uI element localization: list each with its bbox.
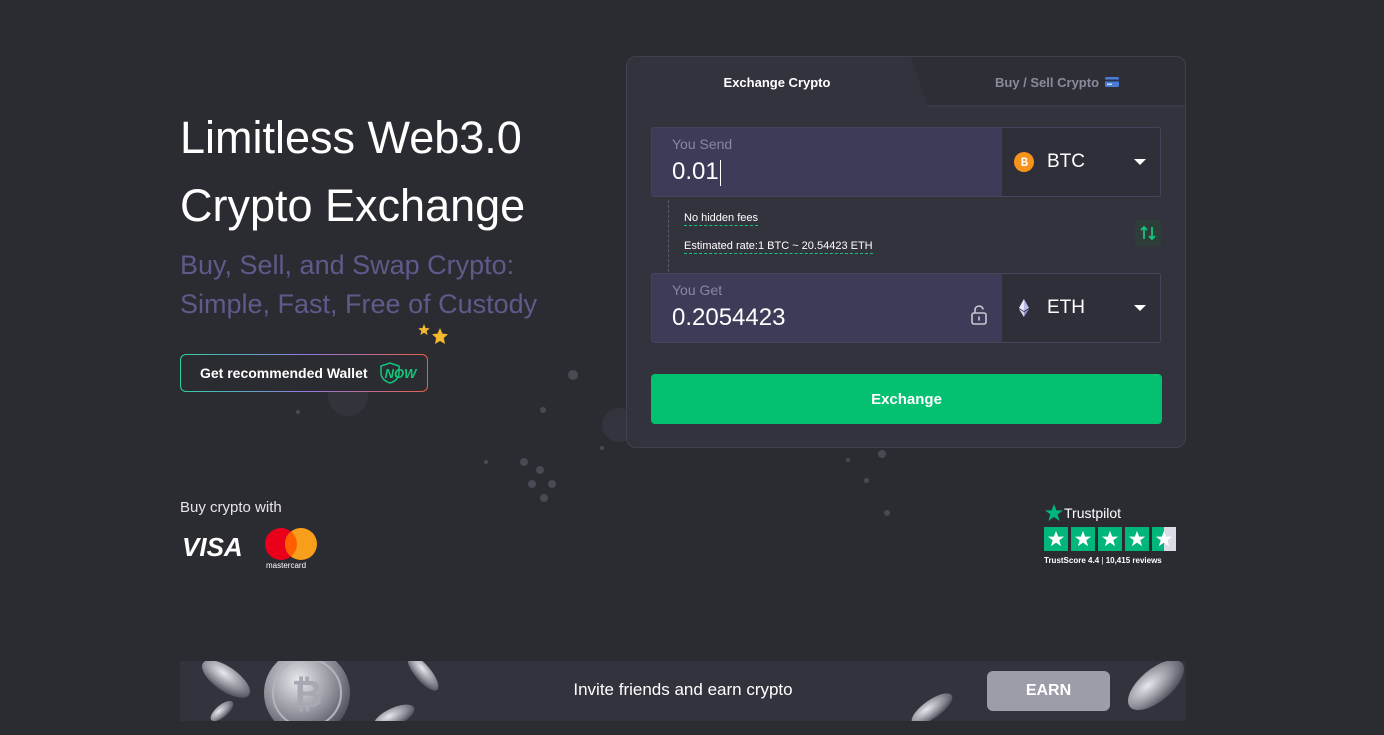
send-currency-label: BTC	[1047, 151, 1085, 172]
background-dot	[548, 480, 556, 488]
earn-button[interactable]: EARN	[987, 671, 1110, 711]
text-caret	[719, 159, 721, 186]
rate-connector-line	[668, 200, 670, 272]
send-amount-input[interactable]: 0.01	[672, 158, 721, 186]
send-label: You Send	[672, 136, 733, 152]
trustpilot-reviews: 10,415 reviews	[1105, 556, 1162, 565]
bitcoin-icon	[1014, 152, 1034, 172]
tab-buy-sell-crypto-label: Buy / Sell Crypto	[994, 74, 1100, 90]
now-badge: NOW	[378, 361, 424, 385]
background-dot	[520, 458, 528, 466]
rating-star-half-icon	[1152, 527, 1176, 551]
swap-currencies-button[interactable]	[1135, 220, 1161, 246]
exchange-widget: Exchange Crypto Buy / Sell Crypto You Se…	[626, 56, 1186, 448]
background-dot	[884, 510, 890, 516]
hero-subtitle-line: Simple, Fast, Free of Custody	[180, 289, 538, 319]
background-dot	[540, 494, 548, 502]
exchange-button[interactable]: Exchange	[651, 374, 1162, 424]
wallet-button-label: Get recommended Wallet	[200, 365, 368, 381]
rating-star-icon	[1098, 527, 1122, 551]
star-decoration-icon	[418, 324, 448, 344]
credit-card-icon	[1105, 77, 1120, 87]
swap-arrows-icon	[1140, 225, 1156, 241]
hero-title-line: Crypto Exchange	[180, 180, 526, 231]
background-dot	[540, 407, 546, 413]
trustscore-label: TrustScore 4.4	[1044, 556, 1100, 565]
background-dot	[864, 478, 869, 483]
now-badge-label: NOW	[384, 365, 417, 381]
get-amount-area[interactable]: You Get 0.2054423	[652, 274, 1002, 342]
background-dot	[846, 458, 850, 462]
chevron-down-icon	[1134, 159, 1146, 165]
estimated-rate-label: Estimated rate:1 BTC ~ 20.54423 ETH	[684, 240, 873, 254]
invite-friends-banner: ₿ Invite friends and earn crypto EARN	[180, 661, 1186, 721]
tab-exchange-crypto-label: Exchange Crypto	[723, 74, 831, 90]
no-hidden-fees-label: No hidden fees	[684, 212, 758, 226]
ethereum-icon	[1019, 299, 1029, 317]
background-dot	[528, 480, 536, 488]
hero-subtitle-line: Buy, Sell, and Swap Crypto:	[180, 250, 515, 280]
trustpilot-star-icon	[1045, 504, 1063, 521]
trustpilot-header: Trustpilot	[1044, 503, 1176, 523]
trustpilot-separator: |	[1101, 556, 1104, 565]
hero-title: Limitless Web3.0 Crypto Exchange	[180, 104, 620, 240]
trustpilot-brand: Trustpilot	[1064, 505, 1122, 521]
get-currency-label: ETH	[1047, 297, 1085, 318]
background-dot	[536, 466, 544, 474]
trustpilot-stars	[1044, 527, 1176, 551]
tab-buy-sell-crypto[interactable]: Buy / Sell Crypto	[927, 57, 1185, 107]
buy-crypto-with-label: Buy crypto with	[180, 499, 282, 516]
hero-title-line: Limitless Web3.0	[180, 112, 522, 163]
get-field: You Get 0.2054423 ETH	[651, 273, 1161, 343]
background-dot	[600, 446, 604, 450]
get-recommended-wallet-button[interactable]: Get recommended Wallet NOW	[180, 354, 428, 392]
no-hidden-fees[interactable]: No hidden fees	[684, 212, 758, 226]
background-dot	[568, 370, 578, 380]
hero-subtitle: Buy, Sell, and Swap Crypto: Simple, Fast…	[180, 246, 600, 324]
trustpilot-score: TrustScore 4.4 | 10,415 reviews	[1044, 556, 1176, 565]
rating-star-icon	[1125, 527, 1149, 551]
rating-star-icon	[1071, 527, 1095, 551]
background-dot	[296, 410, 300, 414]
background-dot	[484, 460, 488, 464]
chevron-down-icon	[1134, 305, 1146, 311]
get-amount-value: 0.2054423	[672, 304, 786, 331]
background-dot	[878, 450, 886, 458]
get-label: You Get	[672, 282, 723, 298]
send-field: You Send 0.01 BTC	[651, 127, 1161, 197]
tab-exchange-crypto[interactable]: Exchange Crypto	[627, 57, 927, 107]
send-amount-area[interactable]: You Send 0.01	[652, 128, 1002, 196]
send-currency-select[interactable]: BTC	[1002, 128, 1160, 196]
send-amount-value: 0.01	[672, 158, 719, 185]
mastercard-label: mastercard	[266, 561, 307, 570]
trustpilot-rating[interactable]: Trustpilot TrustScore 4.4 | 10,415 revie…	[1044, 503, 1176, 565]
estimated-rate[interactable]: Estimated rate:1 BTC ~ 20.54423 ETH	[684, 240, 873, 254]
get-currency-select[interactable]: ETH	[1002, 274, 1160, 342]
visa-logo: VISA	[182, 532, 243, 562]
unlock-icon[interactable]	[968, 304, 990, 326]
rating-star-icon	[1044, 527, 1068, 551]
